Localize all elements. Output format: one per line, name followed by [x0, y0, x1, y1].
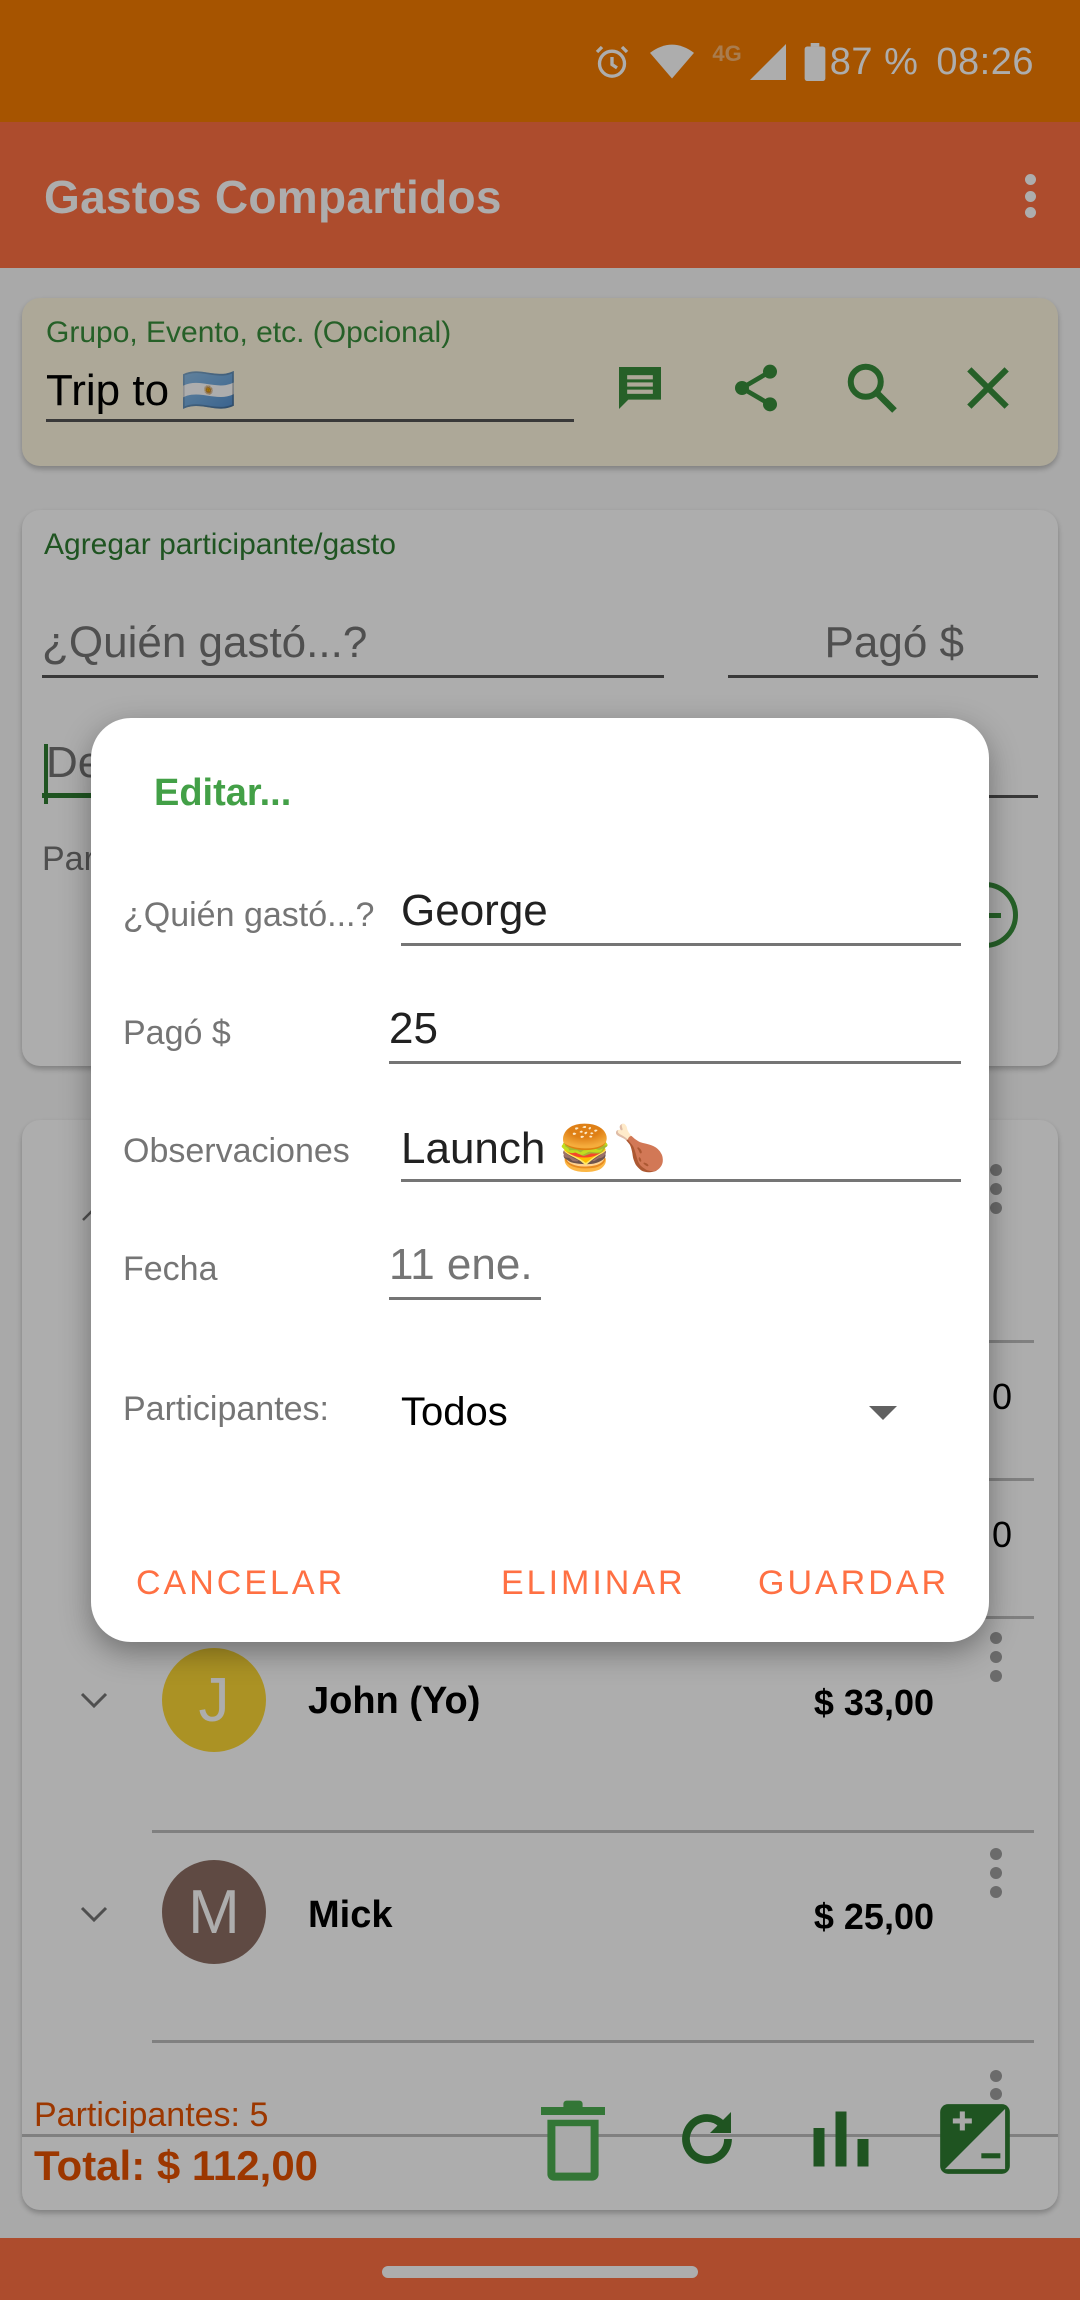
delete-button[interactable]: ELIMINAR	[501, 1564, 686, 1603]
who-label: ¿Quién gastó...?	[123, 896, 375, 934]
cancel-button[interactable]: CANCELAR	[136, 1564, 345, 1603]
participants-selected: Todos	[401, 1390, 508, 1434]
participants-dropdown[interactable]: Todos	[401, 1378, 961, 1448]
date-label: Fecha	[123, 1250, 218, 1288]
dialog-title: Editar...	[154, 772, 292, 814]
notes-input[interactable]: Launch 🍔🍗	[401, 1116, 961, 1182]
participants-label: Participantes:	[123, 1390, 329, 1428]
save-button[interactable]: GUARDAR	[758, 1564, 949, 1603]
who-input[interactable]: George	[401, 880, 961, 946]
edit-dialog: Editar... ¿Quién gastó...? George Pagó $…	[91, 718, 989, 1642]
paid-input[interactable]: 25	[389, 998, 961, 1064]
notes-label: Observaciones	[123, 1132, 350, 1170]
paid-label: Pagó $	[123, 1014, 231, 1052]
date-input[interactable]: 11 ene.	[389, 1234, 541, 1300]
dropdown-arrow-icon	[869, 1406, 897, 1420]
